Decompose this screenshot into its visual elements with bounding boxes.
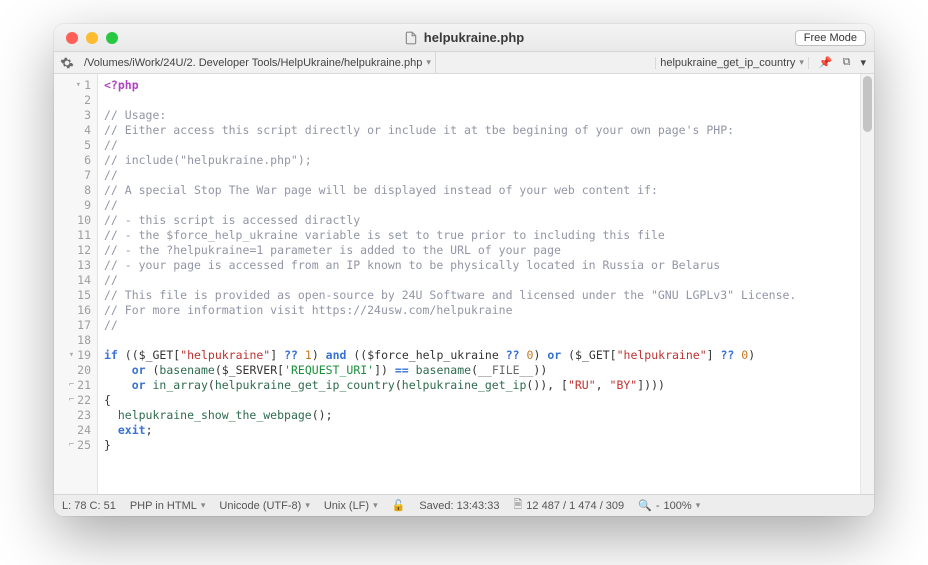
language-selector[interactable]: PHP in HTML▾: [130, 500, 206, 512]
lock-icon[interactable]: 🔓: [392, 499, 406, 512]
fold-toggle[interactable]: ⌐: [69, 438, 74, 453]
file-stats: 🗎12 487 / 1 474 / 309: [513, 496, 624, 515]
line-number: 20: [54, 363, 91, 378]
line-endings-selector[interactable]: Unix (LF)▾: [324, 500, 378, 512]
line-number: ⌐21: [54, 378, 91, 393]
scrollbar[interactable]: [860, 74, 874, 494]
symbol-navigator-text: helpukraine_get_ip_country: [660, 57, 795, 69]
line-number: 9: [54, 198, 91, 213]
line-number: 8: [54, 183, 91, 198]
editor-window: helpukraine.php Free Mode /Volumes/iWork…: [54, 24, 874, 516]
saved-status: Saved: 13:43:33: [419, 500, 499, 512]
line-number: ⌐22: [54, 393, 91, 408]
chevron-down-icon: ▾: [373, 500, 378, 511]
line-number: 18: [54, 333, 91, 348]
line-number: 10: [54, 213, 91, 228]
encoding-selector[interactable]: Unicode (UTF-8)▾: [219, 500, 309, 512]
fold-toggle[interactable]: ⌐: [69, 378, 74, 393]
line-number: 4: [54, 123, 91, 138]
line-number: 14: [54, 273, 91, 288]
magnifier-icon: 🔍: [638, 499, 652, 512]
cursor-position[interactable]: L: 78 C: 51: [62, 500, 116, 512]
zoom-selector[interactable]: 🔍-100%▾: [638, 499, 700, 512]
line-number: 24: [54, 423, 91, 438]
line-number: ▾19: [54, 348, 91, 363]
line-number: 6: [54, 153, 91, 168]
line-number: ▾1: [54, 78, 91, 93]
line-number: 2: [54, 93, 91, 108]
maximize-button[interactable]: [106, 32, 118, 44]
scrollbar-thumb[interactable]: [863, 76, 872, 132]
code-area[interactable]: <?php // Usage: // Either access this sc…: [98, 74, 860, 494]
chevron-down-icon: ▾: [799, 57, 804, 68]
line-number: 7: [54, 168, 91, 183]
symbol-navigator[interactable]: helpukraine_get_ip_country ▾: [655, 57, 809, 69]
breadcrumb-path-text: /Volumes/iWork/24U/2. Developer Tools/He…: [84, 57, 422, 69]
gutter[interactable]: ▾123456789101112131415161718▾1920⌐21⌐222…: [54, 74, 98, 494]
line-number: 13: [54, 258, 91, 273]
gear-icon[interactable]: [60, 56, 74, 70]
line-number: 5: [54, 138, 91, 153]
line-number: 23: [54, 408, 91, 423]
line-number: 12: [54, 243, 91, 258]
chevron-down-icon[interactable]: ▾: [860, 56, 866, 69]
fold-toggle[interactable]: ▾: [76, 78, 81, 93]
free-mode-button[interactable]: Free Mode: [795, 30, 866, 46]
line-number: 3: [54, 108, 91, 123]
pathbar: /Volumes/iWork/24U/2. Developer Tools/He…: [54, 52, 874, 74]
line-number: 16: [54, 303, 91, 318]
line-number: 11: [54, 228, 91, 243]
copy-icon[interactable]: ⧉: [843, 56, 851, 69]
breadcrumb-path[interactable]: /Volumes/iWork/24U/2. Developer Tools/He…: [80, 52, 436, 73]
traffic-lights: [66, 32, 118, 44]
statusbar: L: 78 C: 51 PHP in HTML▾ Unicode (UTF-8)…: [54, 494, 874, 516]
file-icon: [404, 31, 418, 45]
chevron-down-icon: ▾: [426, 57, 431, 68]
chevron-down-icon: ▾: [201, 500, 206, 511]
fold-toggle[interactable]: ⌐: [69, 393, 74, 408]
chevron-down-icon: ▾: [305, 500, 310, 511]
line-number: ⌐25: [54, 438, 91, 453]
title-text: helpukraine.php: [424, 30, 524, 45]
titlebar: helpukraine.php Free Mode: [54, 24, 874, 52]
minimize-button[interactable]: [86, 32, 98, 44]
pathbar-right: helpukraine_get_ip_country ▾ 📌 ⧉ ▾: [655, 56, 874, 69]
line-number: 15: [54, 288, 91, 303]
fold-toggle[interactable]: ▾: [69, 348, 74, 363]
line-number: 17: [54, 318, 91, 333]
chevron-down-icon: ▾: [696, 500, 701, 511]
document-icon: 🗎: [513, 496, 522, 515]
editor-area: ▾123456789101112131415161718▾1920⌐21⌐222…: [54, 74, 874, 494]
close-button[interactable]: [66, 32, 78, 44]
window-title: helpukraine.php: [54, 30, 874, 45]
pin-icon[interactable]: 📌: [819, 56, 833, 69]
